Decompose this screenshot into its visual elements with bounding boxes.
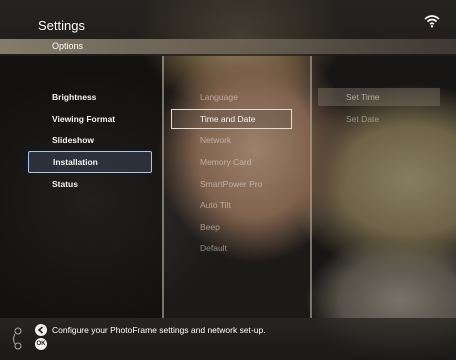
back-button-icon[interactable] <box>35 324 47 336</box>
nav-ring-icon <box>13 327 22 350</box>
wifi-icon <box>424 15 440 28</box>
menu-item-brightness[interactable]: Brightness <box>52 88 96 106</box>
page-subtitle: Options <box>52 41 84 51</box>
column-divider <box>310 56 312 318</box>
option-set-time[interactable]: Set Time <box>318 88 440 106</box>
menu-item-viewing-format[interactable]: Viewing Format <box>52 110 115 128</box>
ok-button-icon[interactable]: OK <box>35 338 47 350</box>
column-divider <box>162 56 164 318</box>
submenu-item-language[interactable]: Language <box>200 88 238 106</box>
menu-item-installation[interactable]: Installation <box>28 151 152 173</box>
submenu-item-time-and-date[interactable]: Time and Date <box>171 109 292 129</box>
submenu-item-network[interactable]: Network <box>200 131 231 149</box>
footer-hint: Configure your PhotoFrame settings and n… <box>52 325 266 335</box>
page-title: Settings <box>38 18 85 33</box>
submenu-item-smartpower-pro[interactable]: SmartPower Pro <box>200 175 262 193</box>
option-set-date[interactable]: Set Date <box>346 110 379 128</box>
submenu-item-memory-card[interactable]: Memory Card <box>200 153 251 171</box>
submenu-item-beep[interactable]: Beep <box>200 218 220 236</box>
submenu-item-default[interactable]: Default <box>200 239 227 257</box>
menu-item-slideshow[interactable]: Slideshow <box>52 131 94 149</box>
submenu-item-auto-tilt[interactable]: Auto Tilt <box>200 196 231 214</box>
menu-item-status[interactable]: Status <box>52 175 78 193</box>
